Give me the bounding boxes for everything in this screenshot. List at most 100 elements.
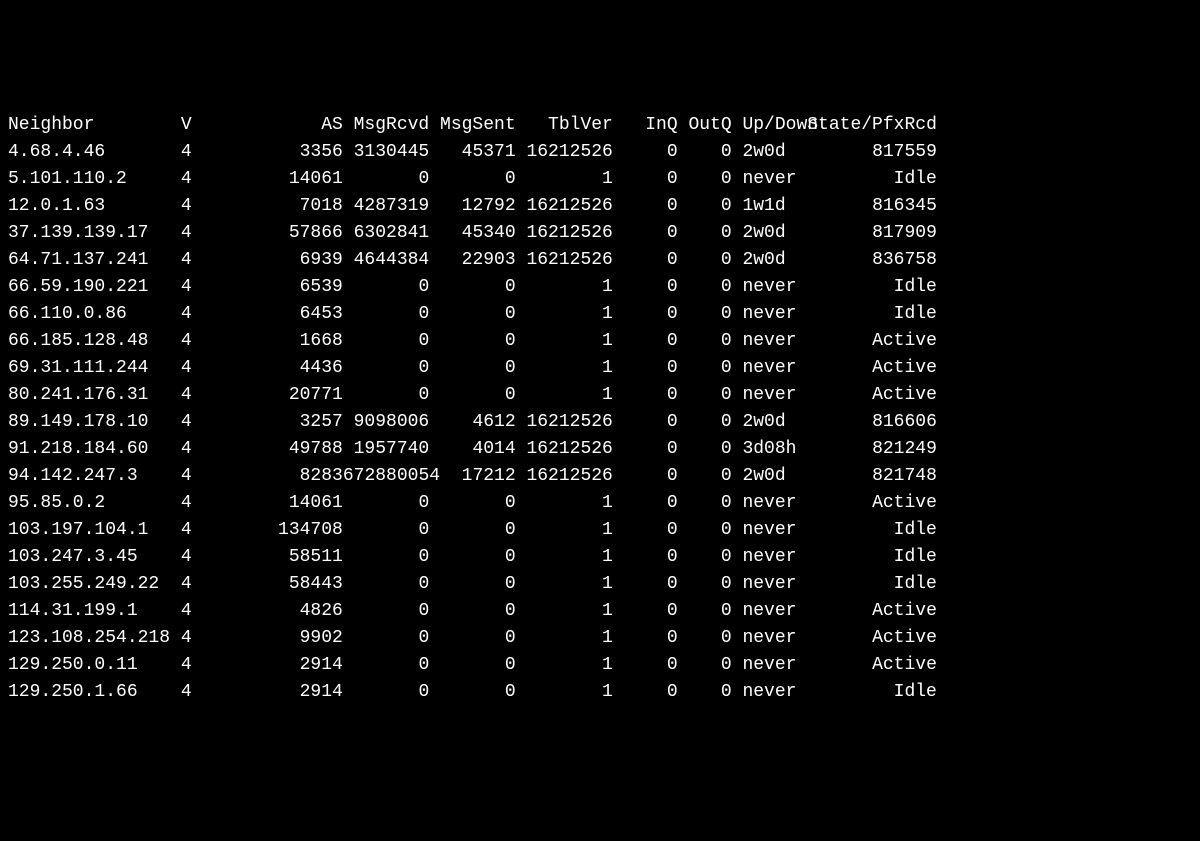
col-msgsent: 0	[429, 517, 515, 544]
table-row: 66.110.0.864645300100neverIdle	[8, 301, 1192, 328]
col-inq: 0	[613, 409, 678, 436]
bgp-summary-output: NeighborVASMsgRcvdMsgSentTblVerInQOutQUp…	[8, 112, 1192, 706]
col-msgsent: 12792	[429, 193, 515, 220]
col-inq: 0	[613, 652, 678, 679]
table-row: 91.218.184.60449788195774040141621252600…	[8, 436, 1192, 463]
col-as: 6539	[202, 274, 342, 301]
col-state: 836758	[796, 247, 936, 274]
col-state: Active	[796, 490, 936, 517]
col-state: 821748	[796, 463, 936, 490]
col-outq: 0	[678, 193, 732, 220]
col-inq: 0	[613, 463, 678, 490]
col-state: 821249	[796, 436, 936, 463]
col-msgsent: 0	[429, 679, 515, 706]
col-msgsent: 0	[429, 598, 515, 625]
table-row: 103.255.249.2245844300100neverIdle	[8, 571, 1192, 598]
col-updown: never	[732, 301, 797, 328]
col-state: Idle	[796, 544, 936, 571]
col-outq: 0	[678, 274, 732, 301]
col-state: Idle	[796, 571, 936, 598]
col-v: 4	[181, 193, 203, 220]
col-msgrcvd: 0	[343, 544, 429, 571]
col-neighbor: 129.250.0.11	[8, 652, 181, 679]
col-outq: 0	[678, 517, 732, 544]
col-as: 6939	[202, 247, 342, 274]
col-updown: never	[732, 355, 797, 382]
col-v: 4	[181, 490, 203, 517]
col-neighbor: 5.101.110.2	[8, 166, 181, 193]
col-msgsent: 22903	[429, 247, 515, 274]
col-msgrcvd: 3130445	[343, 139, 429, 166]
col-msgsent: 45371	[429, 139, 515, 166]
col-updown: Up/Down	[732, 112, 797, 139]
col-state: Active	[796, 355, 936, 382]
col-msgsent: 0	[429, 301, 515, 328]
col-v: 4	[181, 544, 203, 571]
col-tblver: 1	[516, 490, 613, 517]
col-as: 3356	[202, 139, 342, 166]
col-msgrcvd: 0	[343, 679, 429, 706]
col-updown: never	[732, 571, 797, 598]
col-outq: 0	[678, 679, 732, 706]
col-tblver: TblVer	[516, 112, 613, 139]
col-tblver: 1	[516, 274, 613, 301]
col-v: 4	[181, 355, 203, 382]
col-tblver: 1	[516, 571, 613, 598]
col-inq: 0	[613, 166, 678, 193]
col-state: Idle	[796, 301, 936, 328]
col-inq: 0	[613, 517, 678, 544]
col-as: 58443	[202, 571, 342, 598]
col-msgrcvd: 4287319	[343, 193, 429, 220]
col-outq: 0	[678, 625, 732, 652]
col-outq: 0	[678, 247, 732, 274]
col-tblver: 1	[516, 301, 613, 328]
table-row: 66.185.128.484166800100neverActive	[8, 328, 1192, 355]
col-msgrcvd: 6302841	[343, 220, 429, 247]
col-updown: never	[732, 382, 797, 409]
col-state: Idle	[796, 679, 936, 706]
col-state: Idle	[796, 274, 936, 301]
col-inq: 0	[613, 139, 678, 166]
col-neighbor: Neighbor	[8, 112, 181, 139]
col-updown: 1w1d	[732, 193, 797, 220]
col-inq: 0	[613, 247, 678, 274]
col-state: Active	[796, 328, 936, 355]
col-inq: 0	[613, 193, 678, 220]
col-tblver: 1	[516, 328, 613, 355]
table-row: 4.68.4.464335631304454537116212526002w0d…	[8, 139, 1192, 166]
col-as: 3257	[202, 409, 342, 436]
col-neighbor: 66.110.0.86	[8, 301, 181, 328]
col-state: Active	[796, 625, 936, 652]
col-outq: 0	[678, 490, 732, 517]
col-msgsent: 0	[429, 490, 515, 517]
col-state: 816345	[796, 193, 936, 220]
col-outq: 0	[678, 598, 732, 625]
col-inq: 0	[613, 625, 678, 652]
col-v: 4	[181, 625, 203, 652]
col-as: 8283	[202, 463, 342, 490]
col-inq: 0	[613, 679, 678, 706]
col-state: Active	[796, 598, 936, 625]
col-v: 4	[181, 220, 203, 247]
col-as: 2914	[202, 652, 342, 679]
col-v: 4	[181, 463, 203, 490]
col-neighbor: 12.0.1.63	[8, 193, 181, 220]
col-msgrcvd: 0	[343, 355, 429, 382]
col-msgsent: 0	[429, 355, 515, 382]
col-state: Active	[796, 382, 936, 409]
col-outq: 0	[678, 220, 732, 247]
col-v: 4	[181, 571, 203, 598]
col-v: 4	[181, 436, 203, 463]
col-neighbor: 91.218.184.60	[8, 436, 181, 463]
col-neighbor: 123.108.254.218	[8, 625, 181, 652]
col-tblver: 16212526	[516, 436, 613, 463]
col-as: 9902	[202, 625, 342, 652]
col-neighbor: 64.71.137.241	[8, 247, 181, 274]
col-msgsent: 0	[429, 625, 515, 652]
col-as: AS	[202, 112, 342, 139]
col-state: Idle	[796, 166, 936, 193]
col-updown: 3d08h	[732, 436, 797, 463]
col-inq: 0	[613, 355, 678, 382]
col-outq: 0	[678, 139, 732, 166]
col-msgsent: 0	[429, 328, 515, 355]
